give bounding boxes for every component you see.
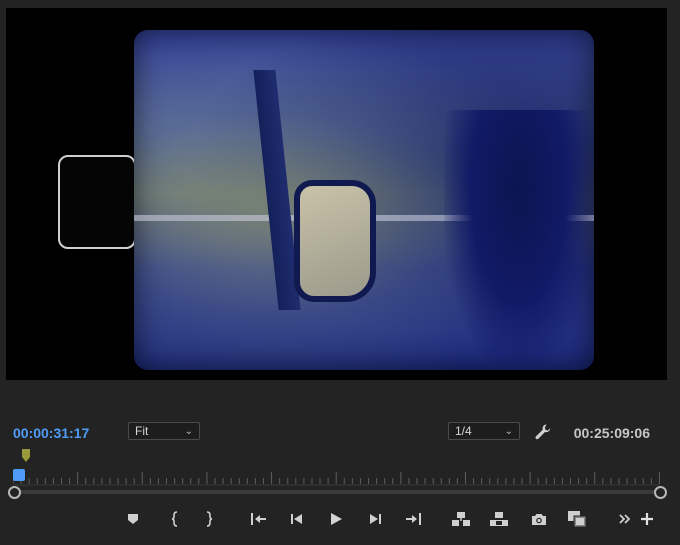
more-controls-button[interactable] xyxy=(614,508,636,530)
add-marker-button[interactable] xyxy=(122,508,144,530)
overwrite-button[interactable] xyxy=(488,508,510,530)
chevron-down-icon: ⌄ xyxy=(184,426,193,437)
playhead-marker-icon[interactable] xyxy=(21,449,31,463)
go-to-out-button[interactable] xyxy=(402,508,424,530)
video-frame xyxy=(134,30,594,370)
go-to-out-icon xyxy=(406,513,421,525)
overwrite-icon xyxy=(490,512,508,526)
mark-in-icon xyxy=(171,511,178,527)
playback-resolution-select[interactable]: 1/4 ⌄ xyxy=(448,422,520,440)
playhead[interactable] xyxy=(13,469,25,481)
duration-timecode: 00:25:09:06 xyxy=(573,425,650,441)
wrench-icon[interactable] xyxy=(534,423,552,441)
button-editor-button[interactable] xyxy=(636,508,658,530)
insert-button[interactable] xyxy=(450,508,472,530)
step-forward-button[interactable] xyxy=(364,508,386,530)
go-to-in-icon xyxy=(251,513,266,525)
camera-icon xyxy=(532,514,546,525)
play-icon xyxy=(331,513,342,525)
export-frame-button[interactable] xyxy=(528,508,550,530)
mark-in-button[interactable] xyxy=(164,508,186,530)
comparison-icon xyxy=(568,511,587,528)
zoom-scroll-bar[interactable] xyxy=(13,490,660,494)
current-timecode[interactable]: 00:00:31:17 xyxy=(13,425,89,441)
step-back-button[interactable] xyxy=(286,508,308,530)
mark-out-icon xyxy=(206,511,213,527)
zoom-level-value: Fit xyxy=(135,424,149,438)
marker-icon xyxy=(128,514,138,524)
video-person-silhouette xyxy=(444,110,594,370)
mark-out-button[interactable] xyxy=(198,508,220,530)
play-button[interactable] xyxy=(325,508,347,530)
playback-resolution-value: 1/4 xyxy=(455,424,472,438)
double-chevron-right-icon xyxy=(619,514,631,524)
zoom-scroll-handle-right[interactable] xyxy=(654,486,667,499)
time-ruler[interactable] xyxy=(13,470,660,486)
step-back-icon xyxy=(291,514,302,524)
zoom-level-select[interactable]: Fit ⌄ xyxy=(128,422,200,440)
chevron-down-icon: ⌄ xyxy=(504,426,513,437)
video-side-mirror xyxy=(294,180,376,302)
film-sprocket-hole xyxy=(58,155,136,249)
step-forward-icon xyxy=(370,514,381,524)
comparison-view-button[interactable] xyxy=(566,508,588,530)
go-to-in-button[interactable] xyxy=(248,508,270,530)
insert-icon xyxy=(452,512,470,526)
plus-icon xyxy=(641,513,653,525)
transport-controls xyxy=(120,508,660,530)
zoom-scroll-handle-left[interactable] xyxy=(8,486,21,499)
program-monitor-viewer[interactable] xyxy=(6,8,667,380)
